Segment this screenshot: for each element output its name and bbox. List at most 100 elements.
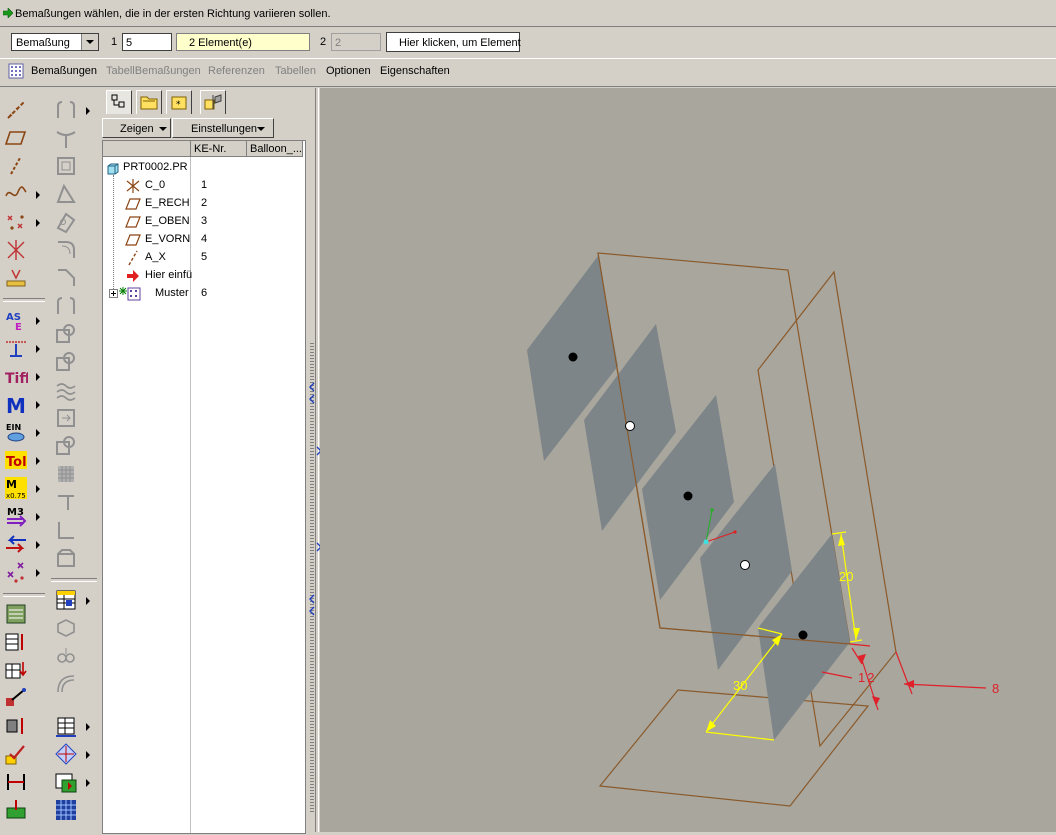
draft-tool-icon[interactable] — [54, 182, 78, 206]
pattern-marker-inactive[interactable] — [625, 421, 635, 431]
balloon-column-header[interactable]: Balloon_... — [247, 141, 303, 157]
collapse-left-icon[interactable] — [309, 594, 315, 604]
tab-optionen[interactable]: Optionen — [326, 65, 371, 77]
chamfer-tool-icon[interactable] — [54, 266, 78, 290]
merge-tool-icon[interactable] — [54, 434, 78, 458]
dimension-12-label[interactable]: 12 — [858, 670, 876, 685]
thicken-tool-icon[interactable] — [54, 518, 78, 542]
tab-connections[interactable] — [200, 90, 226, 114]
flyout-arrow-icon[interactable] — [36, 485, 40, 493]
tree-item-e-rech[interactable]: E_RECH 2 — [103, 195, 303, 213]
dimension-30-label[interactable]: 30 — [733, 678, 747, 693]
mass-properties-icon[interactable]: M3 — [4, 504, 28, 528]
datum-display-icon[interactable] — [54, 742, 78, 766]
round-tool-icon[interactable] — [54, 238, 78, 262]
flyout-arrow-icon[interactable] — [86, 107, 90, 115]
graphics-viewport[interactable]: 20 30 12 8 — [320, 88, 1056, 832]
flyout-arrow-icon[interactable] — [36, 457, 40, 465]
measure-distance-icon[interactable] — [4, 770, 28, 794]
flyout-arrow-icon[interactable] — [36, 401, 40, 409]
grid-menu-icon[interactable] — [8, 63, 24, 79]
layer-icon[interactable] — [4, 602, 28, 626]
tree-item-a-x[interactable]: A_X 5 — [103, 249, 303, 267]
model-view[interactable]: 20 30 12 8 — [320, 88, 1056, 832]
tab-tabellen[interactable]: Tabellen — [275, 65, 316, 77]
flyout-arrow-icon[interactable] — [36, 513, 40, 521]
copy-feature-icon[interactable] — [54, 350, 78, 374]
shell-tool-icon[interactable] — [54, 154, 78, 178]
points-pattern-icon[interactable] — [4, 560, 28, 584]
flyout-arrow-icon[interactable] — [36, 345, 40, 353]
hole-tool-icon[interactable] — [54, 98, 78, 122]
tab-model-tree[interactable] — [106, 90, 132, 114]
flyout-arrow-icon[interactable] — [36, 541, 40, 549]
datum-point-icon[interactable] — [4, 210, 28, 234]
rib-tool-icon[interactable] — [54, 210, 78, 234]
table-update-icon[interactable] — [4, 658, 28, 682]
tree-item-c0[interactable]: C_0 1 — [103, 177, 303, 195]
mirror-tool-icon[interactable] — [54, 294, 78, 318]
analysis-check-icon[interactable] — [4, 798, 28, 822]
grid-table-icon[interactable] — [54, 798, 78, 822]
settings-menu-button[interactable]: Einstellungen — [172, 118, 274, 138]
flyout-arrow-icon[interactable] — [36, 191, 40, 199]
dimension-table-icon[interactable] — [54, 714, 78, 738]
show-menu-button[interactable]: Zeigen — [102, 118, 171, 138]
tab-eigenschaften[interactable]: Eigenschaften — [380, 65, 450, 77]
dimension-8-label[interactable]: 8 — [992, 681, 999, 696]
pattern-marker-inactive[interactable] — [740, 560, 750, 570]
shaft-tool-icon[interactable] — [54, 126, 78, 150]
tab-referenzen[interactable]: Referenzen — [208, 65, 265, 77]
pattern-marker-active[interactable] — [683, 491, 693, 501]
flyout-arrow-icon[interactable] — [86, 779, 90, 787]
datum-axis-tool-icon[interactable] — [4, 98, 28, 122]
pattern-marker-active[interactable] — [798, 630, 808, 640]
flyout-arrow-icon[interactable] — [36, 569, 40, 577]
panel-splitter[interactable] — [308, 88, 322, 832]
family-table-icon[interactable] — [54, 588, 78, 612]
scale-icon[interactable]: Mx0.75 — [4, 476, 28, 500]
splitter-grip[interactable] — [310, 343, 314, 813]
flyout-arrow-icon[interactable] — [36, 373, 40, 381]
analysis-feature-icon[interactable] — [4, 266, 28, 290]
flyout-arrow-icon[interactable] — [86, 751, 90, 759]
flyout-arrow-icon[interactable] — [36, 429, 40, 437]
tolerance-icon[interactable]: Tol — [4, 448, 28, 472]
check-sketch-icon[interactable] — [4, 742, 28, 766]
direction-2-count-input[interactable]: 2 — [331, 33, 381, 51]
flyout-arrow-icon[interactable] — [36, 219, 40, 227]
feature-number-column-header[interactable]: KE-Nr. — [191, 141, 247, 157]
texture-tool-icon[interactable] — [54, 462, 78, 486]
collapse-left-icon[interactable] — [309, 394, 315, 404]
asme-annotation-icon[interactable]: AS E — [4, 308, 28, 332]
datum-axis-icon[interactable] — [4, 154, 28, 178]
chevron-down-icon[interactable] — [81, 34, 98, 50]
tree-item-insert-here[interactable]: Hier einfü — [103, 267, 303, 285]
datum-plane-tool-icon[interactable] — [4, 126, 28, 150]
model-tool-icon[interactable]: M — [4, 392, 28, 416]
datum-curve-icon[interactable] — [4, 182, 28, 206]
pattern-tool-icon[interactable] — [54, 322, 78, 346]
flyout-arrow-icon[interactable] — [86, 723, 90, 731]
tree-item-e-vorn[interactable]: E_VORN 4 — [103, 231, 303, 249]
parameter-edit-icon[interactable] — [4, 714, 28, 738]
extend-tool-icon[interactable] — [54, 406, 78, 430]
collapse-left-icon[interactable] — [309, 606, 315, 616]
relation-tool-icon[interactable] — [4, 686, 28, 710]
tab-bemassungen[interactable]: Bemaßungen — [31, 65, 97, 77]
text-style-icon[interactable]: Tiff — [4, 364, 28, 388]
tab-favorites[interactable]: * — [166, 90, 192, 114]
tree-item-e-oben[interactable]: E_OBEN 3 — [103, 213, 303, 231]
sweep-tool-icon[interactable] — [54, 672, 78, 696]
sketch-tool-icon[interactable] — [54, 644, 78, 668]
insert-copy-icon[interactable] — [54, 616, 78, 640]
solidify-tool-icon[interactable] — [54, 546, 78, 570]
expand-plus-icon[interactable] — [109, 289, 118, 298]
dimension-20-label[interactable]: 20 — [839, 569, 853, 584]
datum-plane-outline[interactable] — [598, 689, 870, 807]
direction-arrows-icon[interactable] — [4, 532, 28, 556]
flyout-arrow-icon[interactable] — [36, 317, 40, 325]
pattern-marker-active[interactable] — [568, 352, 578, 362]
warp-tool-icon[interactable] — [54, 378, 78, 402]
tree-item-muster[interactable]: Muster 6 — [103, 285, 303, 303]
